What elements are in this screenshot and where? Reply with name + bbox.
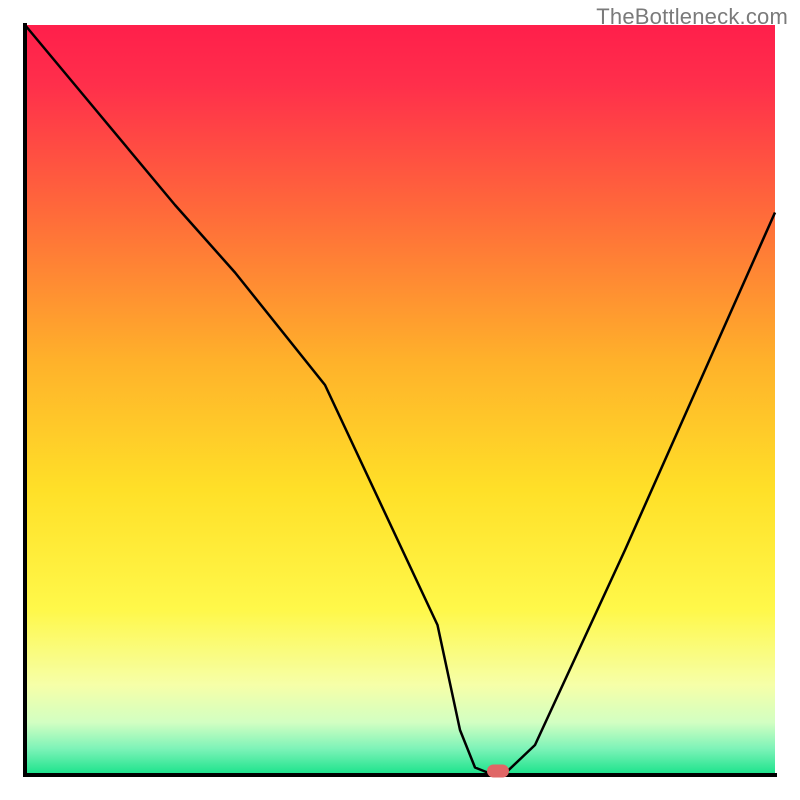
- plot-background: [25, 25, 775, 775]
- bottleneck-chart: TheBottleneck.com: [0, 0, 800, 800]
- plot-svg: [0, 0, 800, 800]
- attribution-label: TheBottleneck.com: [596, 4, 788, 30]
- optimal-marker: [487, 764, 509, 777]
